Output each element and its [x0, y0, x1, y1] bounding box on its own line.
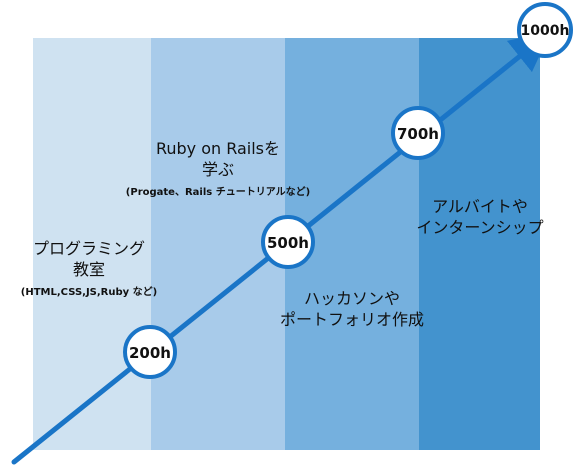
stage-note: (Progate、Rails チュートリアルなど)	[125, 187, 311, 198]
stage-title-line1: アルバイトや	[432, 197, 528, 216]
milestone-label: 1000h	[521, 23, 570, 39]
stage-title-line1: Ruby on Railsを	[155, 139, 281, 158]
stage-note: (HTML,CSS,JS,Ruby など)	[20, 287, 158, 298]
stage-title-line2: 教室	[72, 260, 105, 279]
stage-title-line2: インターンシップ	[416, 218, 544, 237]
milestone-label: 200h	[129, 344, 171, 362]
stage-label-4: アルバイトや インターンシップ	[394, 196, 566, 238]
stage-label-2: Ruby on Railsを 学ぶ (Progate、Rails チュートリアル…	[108, 138, 328, 200]
milestone-label: 700h	[397, 125, 439, 143]
milestone-500h: 500h	[261, 215, 315, 269]
stage-title-line1: プログラミング	[32, 239, 145, 258]
stage-title-line1: ハッカソンや	[303, 289, 400, 308]
milestone-label: 500h	[267, 234, 309, 252]
milestone-700h: 700h	[391, 106, 445, 160]
stage-label-1: プログラミング 教室 (HTML,CSS,JS,Ruby など)	[0, 238, 178, 300]
stage-label-3: ハッカソンや ポートフォリオ作成	[262, 288, 442, 330]
milestone-200h: 200h	[123, 325, 177, 379]
stage-title-line2: ポートフォリオ作成	[279, 310, 424, 329]
milestone-1000h: 1000h	[517, 2, 573, 58]
stage-title-line2: 学ぶ	[201, 160, 234, 179]
